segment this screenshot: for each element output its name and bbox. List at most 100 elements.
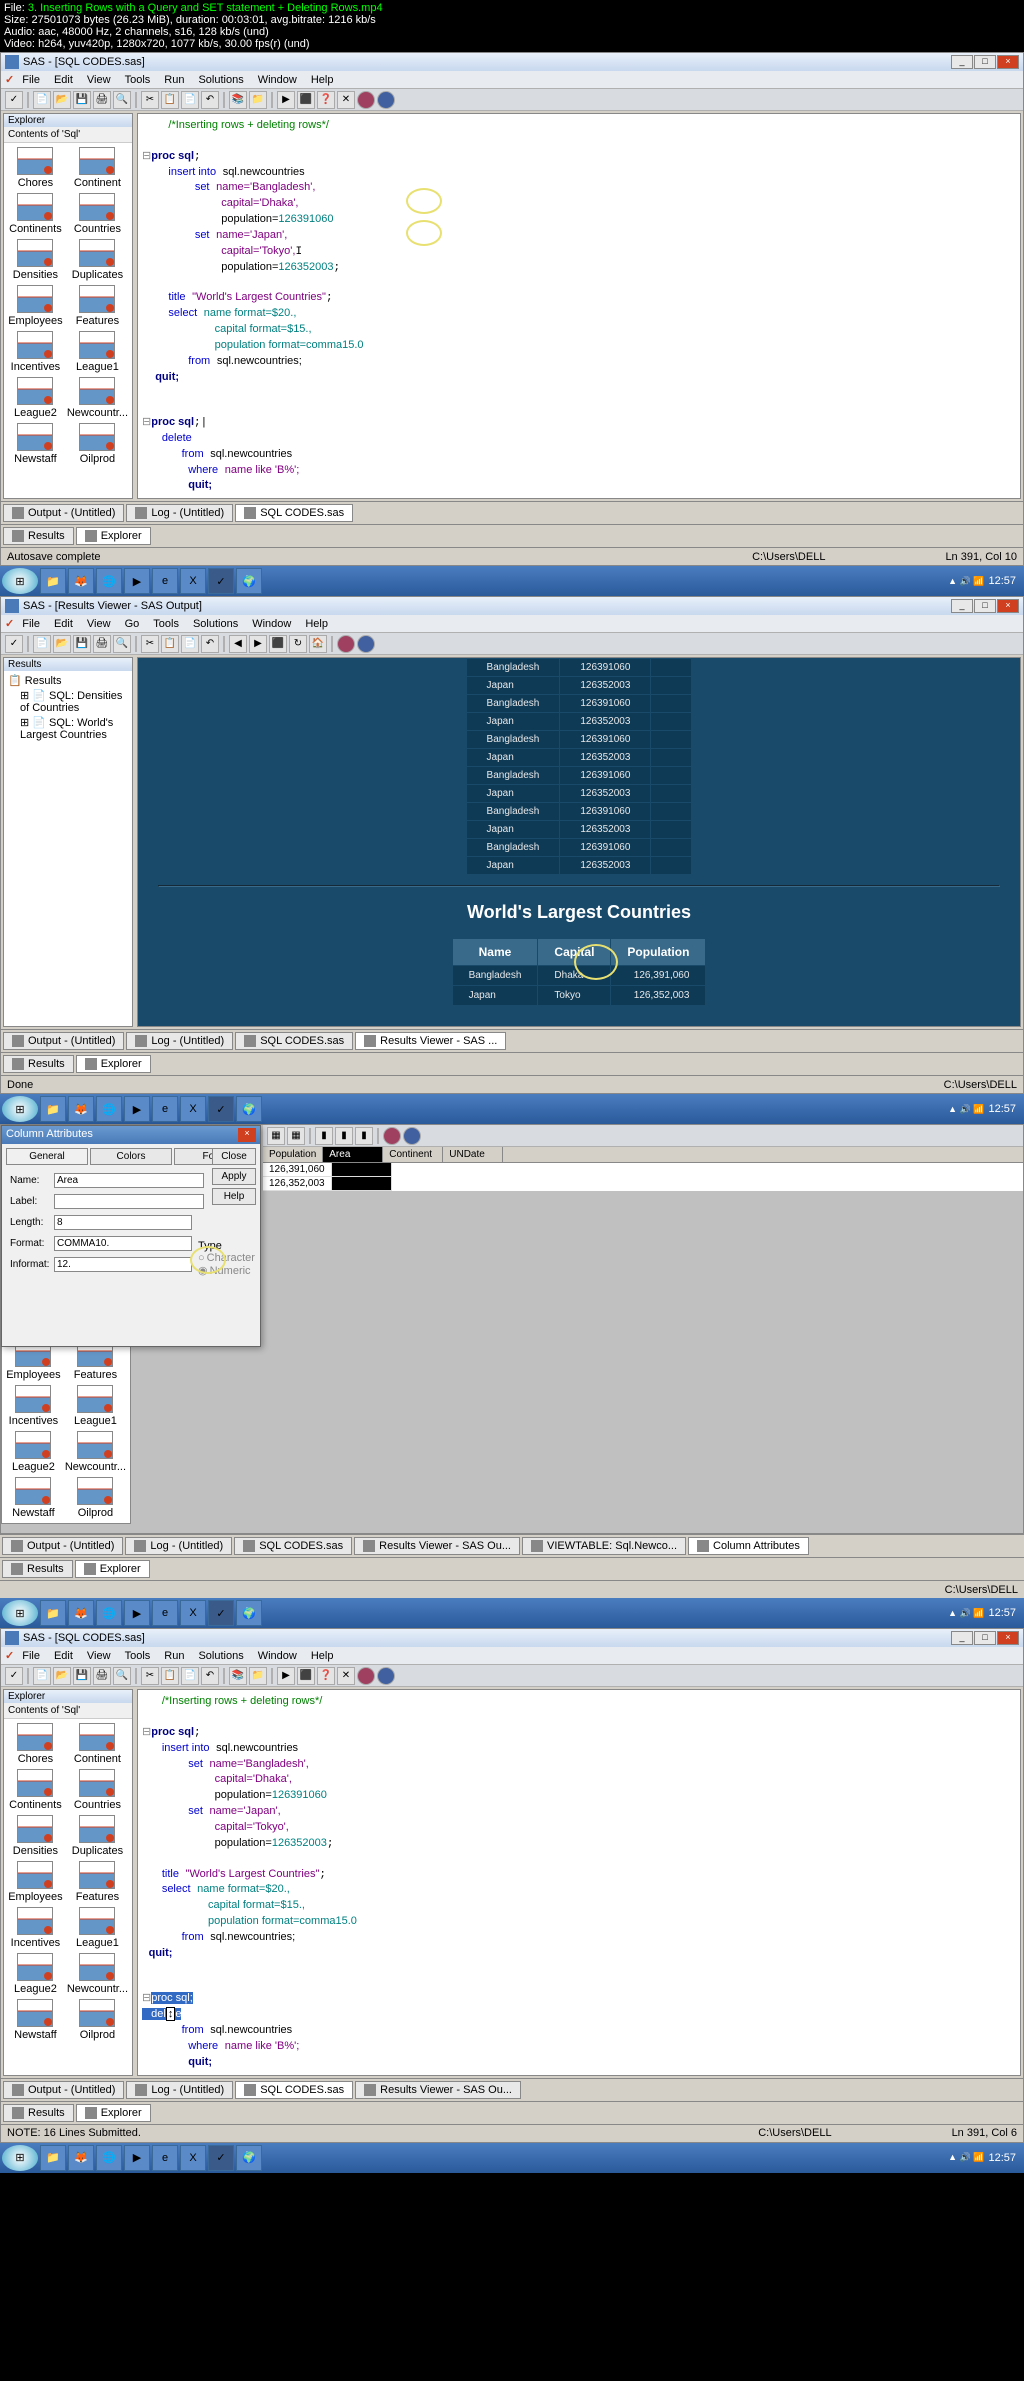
tab-explorer-bottom[interactable]: Explorer <box>76 527 151 545</box>
ball1-icon[interactable] <box>337 635 355 653</box>
open-icon[interactable]: 📂 <box>53 1667 71 1685</box>
forward-icon[interactable]: ▶ <box>249 635 267 653</box>
lib-item[interactable]: Newstaff <box>8 423 63 465</box>
results-root[interactable]: 📋 Results <box>6 673 130 688</box>
radio-numeric[interactable]: ◉ Numeric <box>198 1264 255 1277</box>
system-tray[interactable]: ▲ 🔊 📶 12:57 <box>942 2152 1022 2164</box>
paste-icon[interactable]: 📄 <box>181 1667 199 1685</box>
menu-run[interactable]: Run <box>158 73 190 87</box>
menu-tools[interactable]: Tools <box>119 1649 157 1663</box>
minimize-button[interactable]: _ <box>951 599 973 613</box>
back-icon[interactable]: ◀ <box>229 635 247 653</box>
tab-output[interactable]: Output - (Untitled) <box>3 2081 124 2099</box>
run-icon[interactable]: ▶ <box>277 1667 295 1685</box>
task-media-icon[interactable]: ▶ <box>124 568 150 594</box>
label-field[interactable] <box>54 1194 204 1209</box>
tab-output[interactable]: Output - (Untitled) <box>2 1537 123 1555</box>
undo-icon[interactable]: ↶ <box>201 91 219 109</box>
titlebar[interactable]: SAS - [SQL CODES.sas] _ □ × <box>1 1629 1023 1647</box>
close-button[interactable]: × <box>997 1631 1019 1645</box>
col-population[interactable]: Population <box>263 1147 323 1162</box>
tab-log[interactable]: Log - (Untitled) <box>126 1032 233 1050</box>
tab-viewtable[interactable]: VIEWTABLE: Sql.Newco... <box>522 1537 686 1555</box>
lib-item[interactable]: Oilprod <box>67 1999 128 2041</box>
save-icon[interactable]: 💾 <box>73 91 91 109</box>
task-chrome-icon[interactable]: 🌐 <box>96 1096 122 1122</box>
ball2-icon[interactable] <box>357 635 375 653</box>
menu-view[interactable]: View <box>81 1649 117 1663</box>
results-viewer[interactable]: Bangladesh126391060 Japan126352003 Bangl… <box>137 657 1021 1027</box>
tab-results-viewer[interactable]: Results Viewer - SAS Ou... <box>354 1537 520 1555</box>
col-icon[interactable]: ▮ <box>335 1127 353 1145</box>
save-icon[interactable]: 💾 <box>73 635 91 653</box>
paste-icon[interactable]: 📄 <box>181 91 199 109</box>
lib-item[interactable]: Features <box>67 1861 128 1903</box>
task-browser-icon[interactable]: 🌍 <box>236 2145 262 2171</box>
lib-item[interactable]: Continents <box>8 193 63 235</box>
maximize-button[interactable]: □ <box>974 599 996 613</box>
code-editor[interactable]: /*Inserting rows + deleting rows*/ ⊟proc… <box>137 113 1021 499</box>
menu-solutions[interactable]: Solutions <box>187 617 244 631</box>
results-node[interactable]: ⊞ 📄 SQL: Densities of Countries <box>6 688 130 715</box>
minimize-button[interactable]: _ <box>951 55 973 69</box>
lib-item[interactable]: Newcountr... <box>65 1431 126 1473</box>
toolbar-check-icon[interactable]: ✓ <box>5 91 23 109</box>
lib-icon[interactable]: 📚 <box>229 91 247 109</box>
start-button[interactable]: ⊞ <box>2 1600 38 1626</box>
menu-solutions[interactable]: Solutions <box>192 73 249 87</box>
radio-character[interactable]: ○ Character <box>198 1252 255 1264</box>
data-grid[interactable]: Population Area Continent UNDate 126,391… <box>263 1147 1023 1191</box>
menu-help[interactable]: Help <box>299 617 334 631</box>
col-icon[interactable]: ▮ <box>355 1127 373 1145</box>
tab-sql-codes[interactable]: SQL CODES.sas <box>234 1537 352 1555</box>
menu-go[interactable]: Go <box>119 617 146 631</box>
copy-icon[interactable]: 📋 <box>161 91 179 109</box>
lib-item[interactable]: Newcountr... <box>67 377 128 419</box>
apply-button[interactable]: Apply <box>212 1168 256 1185</box>
task-folder-icon[interactable]: 📁 <box>40 1096 66 1122</box>
task-media-icon[interactable]: ▶ <box>124 1600 150 1626</box>
lib-item[interactable]: Employees <box>8 285 63 327</box>
tab-log[interactable]: Log - (Untitled) <box>126 504 233 522</box>
menu-window[interactable]: Window <box>252 1649 303 1663</box>
task-excel-icon[interactable]: X <box>180 568 206 594</box>
start-button[interactable]: ⊞ <box>2 568 38 594</box>
menu-tools[interactable]: Tools <box>119 73 157 87</box>
task-ie-icon[interactable]: e <box>152 1096 178 1122</box>
task-media-icon[interactable]: ▶ <box>124 1096 150 1122</box>
results-node[interactable]: ⊞ 📄 SQL: World's Largest Countries <box>6 715 130 742</box>
stop-icon[interactable]: ⬛ <box>297 1667 315 1685</box>
ball2-icon[interactable] <box>377 1667 395 1685</box>
menu-help[interactable]: Help <box>305 73 340 87</box>
system-tray[interactable]: ▲ 🔊 📶 12:57 <box>942 1607 1022 1619</box>
task-chrome-icon[interactable]: 🌐 <box>96 568 122 594</box>
lib-item[interactable]: League2 <box>8 377 63 419</box>
task-sas-icon[interactable]: ✓ <box>208 1600 234 1626</box>
new-icon[interactable]: 📄 <box>33 91 51 109</box>
new-icon[interactable]: 📄 <box>33 635 51 653</box>
menu-edit[interactable]: Edit <box>48 73 79 87</box>
close-button[interactable]: Close <box>212 1148 256 1165</box>
code-editor[interactable]: /*Inserting rows + deleting rows*/ ⊟proc… <box>137 1689 1021 2075</box>
col-area[interactable]: Area <box>323 1147 383 1162</box>
task-sas-icon[interactable]: ✓ <box>208 1096 234 1122</box>
paste-icon[interactable]: 📄 <box>181 635 199 653</box>
task-excel-icon[interactable]: X <box>180 2145 206 2171</box>
help-button[interactable]: Help <box>212 1188 256 1205</box>
new-icon[interactable]: 📄 <box>33 1667 51 1685</box>
copy-icon[interactable]: 📋 <box>161 635 179 653</box>
lib-item[interactable]: Incentives <box>8 331 63 373</box>
task-ie-icon[interactable]: e <box>152 2145 178 2171</box>
menu-view[interactable]: View <box>81 617 117 631</box>
task-folder-icon[interactable]: 📁 <box>40 1600 66 1626</box>
help-icon[interactable]: ❓ <box>317 91 335 109</box>
tab-explorer-bottom[interactable]: Explorer <box>75 1560 150 1578</box>
tab-log[interactable]: Log - (Untitled) <box>126 2081 233 2099</box>
task-excel-icon[interactable]: X <box>180 1600 206 1626</box>
tab-results-bottom[interactable]: Results <box>3 527 74 545</box>
menu-file[interactable]: File <box>16 1649 46 1663</box>
dialog-close-button[interactable]: × <box>238 1128 256 1142</box>
print-icon[interactable]: 🖨 <box>93 91 111 109</box>
help-icon[interactable]: ❓ <box>317 1667 335 1685</box>
explorer-icon[interactable]: 📁 <box>249 1667 267 1685</box>
